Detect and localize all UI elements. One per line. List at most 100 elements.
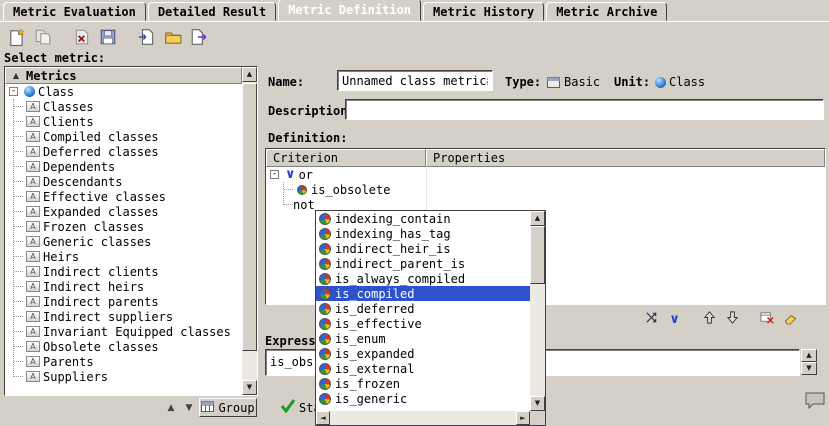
criterion-row-or[interactable]: - ∨ or — [266, 167, 825, 182]
dropdown-item-is-deferred[interactable]: is_deferred — [316, 301, 530, 316]
tree-vertical-scrollbar[interactable]: ▲ ▼ — [242, 67, 257, 395]
dropdown-item-is-generic[interactable]: is_generic — [316, 391, 530, 406]
move-criterion-down-button[interactable] — [721, 309, 744, 329]
dropdown-item-is-external[interactable]: is_external — [316, 361, 530, 376]
tree-item-indirect-heirs[interactable]: Indirect heirs — [5, 279, 242, 294]
tab-metric-archive[interactable]: Metric Archive — [546, 2, 667, 21]
scroll-left-icon[interactable]: ◄ — [316, 411, 330, 425]
dropdown-item-indirect-parent-is[interactable]: indirect_parent_is — [316, 256, 530, 271]
scroll-down-icon[interactable]: ▼ — [530, 396, 545, 411]
tree-item-heirs[interactable]: Heirs — [5, 249, 242, 264]
criterion-tree: - ∨ or is_obsolete not — [266, 167, 825, 212]
group-button[interactable]: Group — [199, 398, 257, 417]
save-metric-button[interactable] — [95, 26, 121, 50]
erase-criterion-button[interactable] — [779, 309, 802, 329]
dropdown-horizontal-scrollbar[interactable]: ◄ ► — [316, 411, 530, 425]
collapse-icon[interactable]: - — [9, 87, 18, 96]
branch-line — [14, 136, 23, 137]
move-criterion-up-button[interactable] — [698, 309, 721, 329]
expression-scroll: ▲ ▼ — [801, 349, 817, 376]
tree-item-suppliers[interactable]: Suppliers — [5, 369, 242, 384]
tab-metric-history[interactable]: Metric History — [423, 2, 544, 21]
new-metric-button[interactable] — [4, 26, 30, 50]
tree-item-label: Compiled classes — [43, 130, 159, 144]
tree-item-deferred-classes[interactable]: Deferred classes — [5, 144, 242, 159]
tree-item-compiled-classes[interactable]: Compiled classes — [5, 129, 242, 144]
duplicate-metric-icon — [34, 28, 52, 49]
move-metric-down-button[interactable]: ▼ — [181, 400, 197, 416]
dropdown-item-indexing-contain[interactable]: indexing_contain — [316, 211, 530, 226]
dropdown-item-label: indexing_has_tag — [335, 227, 451, 241]
tab-detailed-result[interactable]: Detailed Result — [148, 2, 276, 21]
tree-item-effective-classes[interactable]: Effective classes — [5, 189, 242, 204]
scroll-down-icon[interactable]: ▼ — [242, 380, 257, 395]
or-operator-button[interactable]: ∨ — [663, 309, 686, 329]
tree-item-invariant-equipped-classes[interactable]: Invariant Equipped classes — [5, 324, 242, 339]
dropdown-item-is-always-compiled[interactable]: is_always_compiled — [316, 271, 530, 286]
move-metric-up-button[interactable]: ▲ — [163, 400, 179, 416]
delete-metric-button[interactable] — [69, 26, 95, 50]
properties-column-header[interactable]: Properties — [426, 149, 825, 167]
dropdown-item-is-expanded[interactable]: is_expanded — [316, 346, 530, 361]
tree-item-descendants[interactable]: Descendants — [5, 174, 242, 189]
dropdown-vertical-scrollbar[interactable]: ▲ ▼ — [530, 211, 545, 411]
criterion-column-header[interactable]: Criterion — [266, 149, 426, 167]
tree-item-dependents[interactable]: Dependents — [5, 159, 242, 174]
tree-item-parents[interactable]: Parents — [5, 354, 242, 369]
criterion-row-is-obsolete[interactable]: is_obsolete — [279, 182, 825, 197]
tree-item-label: Classes — [43, 100, 94, 114]
dropdown-item-is-compiled[interactable]: is_compiled — [316, 286, 530, 301]
or-operator-icon: ∨ — [285, 169, 296, 180]
tree-item-expanded-classes[interactable]: Expanded classes — [5, 204, 242, 219]
tab-bar: Metric Evaluation Detailed Result Metric… — [0, 0, 829, 22]
scroll-down-icon[interactable]: ▼ — [801, 362, 817, 375]
dropdown-item-is-effective[interactable]: is_effective — [316, 316, 530, 331]
duplicate-metric-button[interactable] — [30, 26, 56, 50]
swap-criteria-button[interactable] — [640, 309, 663, 329]
tab-metric-definition[interactable]: Metric Definition — [278, 0, 421, 21]
select-metric-label: Select metric: — [4, 51, 105, 65]
dropdown-item-label: is_frozen — [335, 377, 400, 391]
tab-metric-evaluation[interactable]: Metric Evaluation — [3, 2, 146, 21]
dropdown-item-is-frozen[interactable]: is_frozen — [316, 376, 530, 391]
collapse-icon[interactable]: - — [270, 170, 279, 179]
branch-line — [14, 181, 23, 182]
dropdown-item-indexing-has-tag[interactable]: indexing_has_tag — [316, 226, 530, 241]
tree-item-label: Parents — [43, 355, 94, 369]
name-input[interactable] — [337, 70, 493, 91]
definition-label: Definition: — [268, 131, 347, 145]
group-grid-icon — [201, 401, 214, 415]
tree-children: Classes Clients Compiled classes Deferre… — [5, 99, 242, 384]
status-valid-check-icon — [280, 398, 296, 416]
tree-item-classes[interactable]: Classes — [5, 99, 242, 114]
dropdown-item-label: is_expanded — [335, 347, 414, 361]
scroll-up-icon[interactable]: ▲ — [801, 349, 817, 362]
export-metrics-button[interactable] — [186, 26, 212, 50]
tree-root-class[interactable]: - Class — [5, 84, 242, 99]
tree-item-obsolete-classes[interactable]: Obsolete classes — [5, 339, 242, 354]
scroll-up-icon[interactable]: ▲ — [530, 211, 545, 226]
tree-item-clients[interactable]: Clients — [5, 114, 242, 129]
tree-item-indirect-clients[interactable]: Indirect clients — [5, 264, 242, 279]
branch-line — [14, 286, 23, 287]
tree-item-indirect-suppliers[interactable]: Indirect suppliers — [5, 309, 242, 324]
metrics-column-header[interactable]: ▲ Metrics — [5, 67, 242, 84]
import-metrics-button[interactable] — [134, 26, 160, 50]
open-archive-folder-button[interactable] — [160, 26, 186, 50]
scroll-up-icon[interactable]: ▲ — [242, 67, 257, 82]
tree-item-label: Frozen classes — [43, 220, 144, 234]
criterion-icon — [319, 273, 331, 285]
description-input[interactable] — [345, 99, 824, 120]
tree-item-generic-classes[interactable]: Generic classes — [5, 234, 242, 249]
dropdown-scrollbar-thumb[interactable] — [530, 226, 545, 284]
comment-bubble-icon[interactable] — [804, 391, 826, 413]
tree-item-frozen-classes[interactable]: Frozen classes — [5, 219, 242, 234]
dropdown-item-is-enum[interactable]: is_enum — [316, 331, 530, 346]
tree-item-indirect-parents[interactable]: Indirect parents — [5, 294, 242, 309]
criterion-icon — [319, 318, 331, 330]
branch-line — [14, 271, 23, 272]
tree-scrollbar-thumb[interactable] — [242, 83, 257, 351]
delete-criterion-button[interactable] — [756, 309, 779, 329]
dropdown-item-indirect-heir-is[interactable]: indirect_heir_is — [316, 241, 530, 256]
scroll-right-icon[interactable]: ► — [516, 411, 530, 425]
